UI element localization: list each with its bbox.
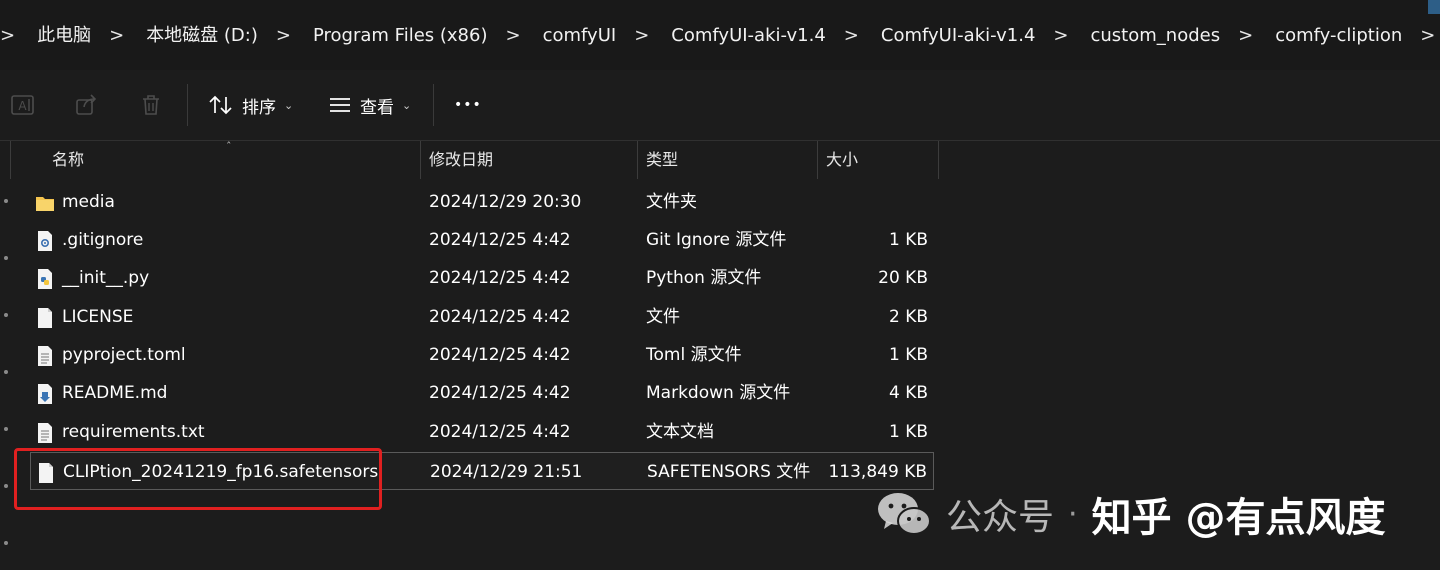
file-type: Markdown 源文件 — [646, 383, 791, 403]
chevron-right-icon[interactable]: > — [1414, 22, 1440, 50]
more-options-button[interactable]: ••• — [454, 90, 482, 120]
list-item[interactable]: requirements.txt 2024/12/25 4:42 文本文档 1 … — [30, 413, 934, 451]
settings-file-icon — [38, 231, 52, 251]
file-type: SAFETENSORS 文件 — [647, 462, 811, 482]
watermark-public-account: 公众号 — [946, 497, 1055, 538]
python-file-icon — [38, 269, 52, 289]
markdown-file-icon — [38, 384, 52, 404]
breadcrumb-item-comfy-cliption[interactable]: comfy-cliption — [1265, 22, 1414, 50]
file-size: 1 KB — [888, 345, 928, 365]
list-item[interactable]: .gitignore 2024/12/25 4:42 Git Ignore 源文… — [30, 221, 934, 259]
file-name: requirements.txt — [62, 422, 205, 442]
column-divider[interactable] — [938, 141, 939, 179]
chevron-right-icon[interactable]: > — [499, 22, 532, 50]
file-name: README.md — [62, 383, 168, 403]
file-name: pyproject.toml — [62, 345, 186, 365]
file-size: 1 KB — [888, 230, 928, 250]
breadcrumb-item-custom-nodes[interactable]: custom_nodes — [1081, 22, 1233, 50]
file-size: 20 KB — [878, 268, 928, 288]
list-item[interactable]: README.md 2024/12/25 4:42 Markdown 源文件 4… — [30, 374, 934, 412]
chevron-right-icon: > — [0, 25, 16, 46]
text-file-icon — [38, 346, 52, 366]
annotation-highlight-box — [14, 448, 382, 510]
column-header-name[interactable]: 名称 — [52, 141, 84, 179]
file-name: media — [62, 192, 115, 212]
column-header-type[interactable]: 类型 — [646, 141, 678, 179]
trash-icon[interactable] — [138, 92, 164, 118]
address-bar[interactable]: > 此电脑 > 本地磁盘 (D:) > Program Files (x86) … — [0, 0, 1440, 71]
file-name: __init__.py — [62, 268, 150, 288]
window-accent — [1428, 0, 1440, 14]
file-date: 2024/12/25 4:42 — [429, 268, 571, 288]
view-icon — [330, 98, 350, 112]
file-name: LICENSE — [62, 307, 134, 327]
file-date: 2024/12/29 21:51 — [430, 462, 583, 482]
column-divider[interactable] — [637, 141, 638, 179]
folder-icon — [36, 197, 54, 211]
column-divider — [10, 141, 11, 179]
file-date: 2024/12/25 4:42 — [429, 383, 571, 403]
file-date: 2024/12/25 4:42 — [429, 345, 571, 365]
toolbar-divider — [433, 84, 434, 126]
view-label: 查看 — [360, 97, 394, 118]
toolbar-divider — [187, 84, 188, 126]
breadcrumb-item-drive-d[interactable]: 本地磁盘 (D:) — [136, 22, 270, 50]
chevron-right-icon[interactable]: > — [270, 22, 303, 50]
file-type: 文件夹 — [646, 192, 697, 212]
chevron-right-icon[interactable]: > — [1047, 22, 1080, 50]
file-type: Git Ignore 源文件 — [646, 230, 787, 250]
column-divider[interactable] — [420, 141, 421, 179]
watermark-separator: · — [1068, 496, 1078, 532]
file-name: .gitignore — [62, 230, 144, 250]
list-item[interactable]: LICENSE 2024/12/25 4:42 文件 2 KB — [30, 298, 934, 336]
file-size: 2 KB — [888, 307, 928, 327]
chevron-right-icon[interactable]: > — [1232, 22, 1265, 50]
file-size: 1 KB — [888, 422, 928, 442]
watermark: 公众号 · 知乎 @有点风度 — [876, 484, 1386, 544]
column-header-size[interactable]: 大小 — [826, 141, 858, 179]
file-type: Toml 源文件 — [646, 345, 742, 365]
chevron-down-icon: ⌄ — [402, 98, 412, 112]
column-divider[interactable] — [817, 141, 818, 179]
text-file-icon — [38, 423, 52, 443]
file-size: 4 KB — [888, 383, 928, 403]
chevron-down-icon: ⌄ — [284, 98, 294, 112]
file-type: Python 源文件 — [646, 268, 762, 288]
breadcrumb-item-this-pc[interactable]: 此电脑 — [27, 22, 103, 50]
file-date: 2024/12/25 4:42 — [429, 307, 571, 327]
rename-icon[interactable]: A — [10, 92, 36, 118]
command-bar: A 排序 ⌄ 查看 ⌄ ••• — [0, 70, 1440, 141]
sort-ascending-icon: ˆ — [226, 140, 232, 153]
file-type: 文本文档 — [646, 422, 714, 442]
file-date: 2024/12/29 20:30 — [429, 192, 582, 212]
breadcrumb-item-comfyui[interactable]: comfyUI — [533, 22, 629, 50]
column-header-date[interactable]: 修改日期 — [429, 141, 493, 179]
view-button[interactable]: 查看 ⌄ — [328, 90, 411, 120]
sort-icon — [209, 95, 232, 115]
list-item[interactable]: pyproject.toml 2024/12/25 4:42 Toml 源文件 … — [30, 336, 934, 374]
file-date: 2024/12/25 4:42 — [429, 422, 571, 442]
breadcrumb-item-program-files[interactable]: Program Files (x86) — [303, 22, 500, 50]
navigation-pane-edge — [0, 141, 12, 570]
breadcrumb-item-comfyui-aki-1[interactable]: ComfyUI-aki-v1.4 — [661, 22, 838, 50]
chevron-right-icon[interactable]: > — [628, 22, 661, 50]
svg-text:A: A — [18, 99, 27, 113]
file-type: 文件 — [646, 307, 680, 327]
list-item[interactable]: __init__.py 2024/12/25 4:42 Python 源文件 2… — [30, 259, 934, 297]
breadcrumb-item-comfyui-aki-2[interactable]: ComfyUI-aki-v1.4 — [871, 22, 1048, 50]
list-item[interactable]: media 2024/12/29 20:30 文件夹 — [30, 183, 934, 221]
sort-label: 排序 — [242, 97, 276, 118]
chevron-right-icon[interactable]: > — [838, 22, 871, 50]
file-icon — [38, 308, 52, 328]
watermark-zhihu: 知乎 @有点风度 — [1091, 495, 1386, 541]
file-date: 2024/12/25 4:42 — [429, 230, 571, 250]
breadcrumb: > 此电脑 > 本地磁盘 (D:) > Program Files (x86) … — [0, 22, 1440, 50]
share-icon[interactable] — [74, 92, 100, 118]
chevron-right-icon[interactable]: > — [103, 22, 136, 50]
wechat-logo-icon — [876, 489, 932, 539]
sort-button[interactable]: 排序 ⌄ — [208, 90, 293, 120]
